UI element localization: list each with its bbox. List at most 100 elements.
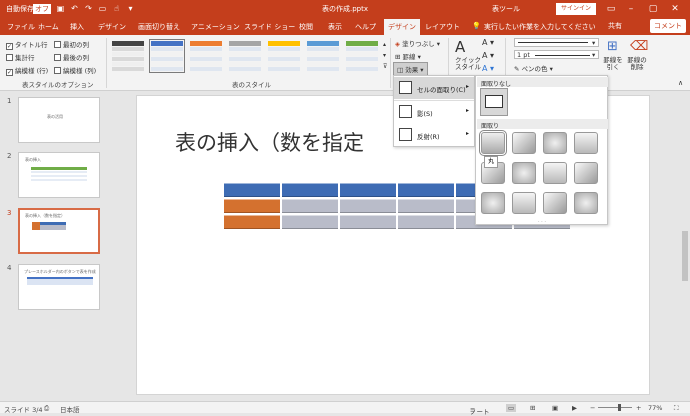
gallery-scroll-up-icon[interactable]: ▴ bbox=[383, 41, 386, 48]
text-effects-icon[interactable]: A ▾ bbox=[482, 64, 494, 73]
zoom-level[interactable]: 77% bbox=[648, 404, 662, 412]
table-style-option[interactable] bbox=[307, 41, 339, 71]
bevel-option[interactable] bbox=[512, 192, 536, 214]
bevel-option[interactable] bbox=[512, 162, 536, 184]
table-style-option[interactable] bbox=[190, 41, 222, 71]
close-icon[interactable]: ✕ bbox=[668, 2, 682, 16]
draw-table-icon[interactable]: ⊞ bbox=[607, 39, 618, 54]
fit-to-window-icon[interactable]: ⛶ bbox=[674, 404, 679, 413]
zoom-in-icon[interactable]: + bbox=[636, 404, 641, 412]
menu-item-shadow[interactable]: 影(S) ▸ bbox=[394, 101, 474, 123]
slide-thumbnail-2[interactable]: 表の挿入 bbox=[18, 152, 100, 198]
table-cell[interactable] bbox=[223, 214, 281, 230]
zoom-out-icon[interactable]: − bbox=[590, 404, 595, 412]
slideshow-view-icon[interactable]: ▶ bbox=[572, 404, 577, 412]
checkbox-header-row[interactable]: ✓ タイトル行 bbox=[6, 39, 48, 50]
table-cell[interactable] bbox=[281, 198, 339, 214]
bevel-option[interactable] bbox=[479, 130, 507, 156]
tab-view[interactable]: 表示 bbox=[328, 22, 342, 32]
table-cell[interactable] bbox=[281, 182, 339, 198]
gallery-more-icon[interactable]: ⊽ bbox=[383, 63, 387, 70]
draw-table-label[interactable]: 罫線を引く bbox=[602, 57, 624, 71]
bevel-option[interactable] bbox=[574, 132, 598, 154]
text-outline-icon[interactable]: A ▾ bbox=[482, 51, 494, 60]
gallery-scroll-down-icon[interactable]: ▾ bbox=[383, 52, 386, 59]
vertical-scrollbar[interactable] bbox=[680, 91, 690, 401]
checkbox-total-row[interactable]: 集計行 bbox=[6, 52, 35, 62]
tab-insert[interactable]: 挿入 bbox=[70, 22, 84, 32]
tab-file[interactable]: ファイル bbox=[7, 22, 35, 32]
zoom-slider-thumb[interactable] bbox=[618, 404, 621, 411]
signin-button[interactable]: サインイン bbox=[556, 3, 596, 15]
maximize-icon[interactable]: ▢ bbox=[646, 2, 660, 16]
table-cell[interactable] bbox=[397, 182, 455, 198]
table-cell[interactable] bbox=[397, 214, 455, 230]
slide-sorter-icon[interactable]: ⊞ bbox=[530, 404, 535, 412]
bevel-option[interactable] bbox=[543, 132, 567, 154]
autosave-toggle[interactable]: オフ bbox=[33, 4, 51, 14]
redo-icon[interactable]: ↷ bbox=[84, 4, 93, 13]
table-cell[interactable] bbox=[223, 198, 281, 214]
table-style-option[interactable] bbox=[268, 41, 300, 71]
tab-review[interactable]: 校閲 bbox=[299, 22, 313, 32]
share-button[interactable]: 共有 bbox=[608, 21, 622, 31]
spelling-icon[interactable]: ⎙ bbox=[44, 404, 49, 413]
pen-style-dropdown[interactable]: ▾ bbox=[514, 38, 599, 47]
menu-item-cell-bevel[interactable]: セルの面取り(C) ▸ bbox=[394, 77, 474, 99]
table-cell[interactable] bbox=[281, 214, 339, 230]
bevel-option-none[interactable] bbox=[480, 88, 508, 116]
bevel-option[interactable] bbox=[512, 132, 536, 154]
table-style-option[interactable] bbox=[346, 41, 378, 71]
customize-qat-icon[interactable]: ▾ bbox=[126, 4, 135, 13]
slide-thumbnail-4[interactable]: プレースホルダー内のボタンで表を作成 bbox=[18, 264, 100, 310]
tab-slideshow[interactable]: スライド ショー bbox=[244, 22, 295, 32]
slide-title[interactable]: 表の挿入（数を指定 bbox=[175, 127, 364, 157]
bevel-option[interactable] bbox=[574, 162, 598, 184]
table-cell[interactable] bbox=[339, 182, 397, 198]
quick-styles-icon[interactable]: A bbox=[455, 38, 465, 56]
quick-styles-label[interactable]: クイック スタイル bbox=[453, 57, 483, 71]
tab-table-layout[interactable]: レイアウト bbox=[425, 22, 460, 32]
pen-color-button[interactable]: ✎ ペンの色 ▾ bbox=[514, 63, 553, 73]
table-cell[interactable] bbox=[397, 198, 455, 214]
checkbox-first-column[interactable]: 最初の列 bbox=[54, 39, 89, 49]
checkbox-banded-rows[interactable]: ✓ 縞模様 (行) bbox=[6, 65, 48, 76]
tab-home[interactable]: ホーム bbox=[38, 22, 59, 32]
text-fill-icon[interactable]: A ▾ bbox=[482, 38, 494, 47]
minimize-icon[interactable]: – bbox=[624, 2, 638, 16]
border-button[interactable]: ⊞ 罫線 ▾ bbox=[395, 51, 421, 61]
shading-button[interactable]: ◈ 塗りつぶし ▾ bbox=[395, 38, 440, 48]
tab-transitions[interactable]: 画面切り替え bbox=[138, 22, 180, 32]
reading-view-icon[interactable]: ▣ bbox=[552, 404, 558, 412]
slide-thumbnail-1[interactable]: 表の活用 bbox=[18, 97, 100, 143]
touch-mode-icon[interactable]: ☝ bbox=[112, 4, 121, 13]
bevel-option[interactable] bbox=[543, 162, 567, 184]
table-cell[interactable] bbox=[339, 198, 397, 214]
effects-button[interactable]: ◫ 効果 ▾ bbox=[393, 62, 428, 76]
eraser-icon[interactable]: ⌫ bbox=[630, 39, 648, 54]
table-style-option[interactable] bbox=[229, 41, 261, 71]
undo-icon[interactable]: ↶ bbox=[70, 4, 79, 13]
bevel-option[interactable] bbox=[574, 192, 598, 214]
save-icon[interactable]: ▣ bbox=[56, 4, 65, 13]
start-slideshow-icon[interactable]: ▭ bbox=[98, 4, 107, 13]
bevel-option[interactable] bbox=[543, 192, 567, 214]
zoom-slider[interactable] bbox=[598, 407, 632, 408]
pen-weight-dropdown[interactable]: 1 pt ▾ bbox=[514, 50, 599, 59]
tab-table-design[interactable]: デザイン bbox=[384, 19, 420, 35]
collapse-ribbon-icon[interactable]: ∧ bbox=[678, 79, 683, 87]
table-cell[interactable] bbox=[223, 182, 281, 198]
slide-thumbnail-3[interactable]: 表の挿入（数を指定） bbox=[18, 208, 100, 254]
tell-me-input[interactable]: 実行したい作業を入力してください bbox=[484, 22, 596, 32]
tab-help[interactable]: ヘルプ bbox=[355, 22, 376, 32]
checkbox-banded-columns[interactable]: 縞模様 (列) bbox=[54, 65, 96, 75]
table-style-option[interactable] bbox=[149, 39, 185, 73]
table-cell[interactable] bbox=[339, 214, 397, 230]
table-style-option[interactable] bbox=[112, 41, 144, 71]
tab-animations[interactable]: アニメーション bbox=[191, 22, 240, 32]
comment-button[interactable]: コメント bbox=[650, 19, 686, 33]
menu-item-reflection[interactable]: 反射(R) ▸ bbox=[394, 124, 474, 146]
ribbon-display-icon[interactable]: ▭ bbox=[604, 2, 618, 16]
scrollbar-thumb[interactable] bbox=[682, 231, 688, 281]
bevel-option[interactable] bbox=[481, 192, 505, 214]
